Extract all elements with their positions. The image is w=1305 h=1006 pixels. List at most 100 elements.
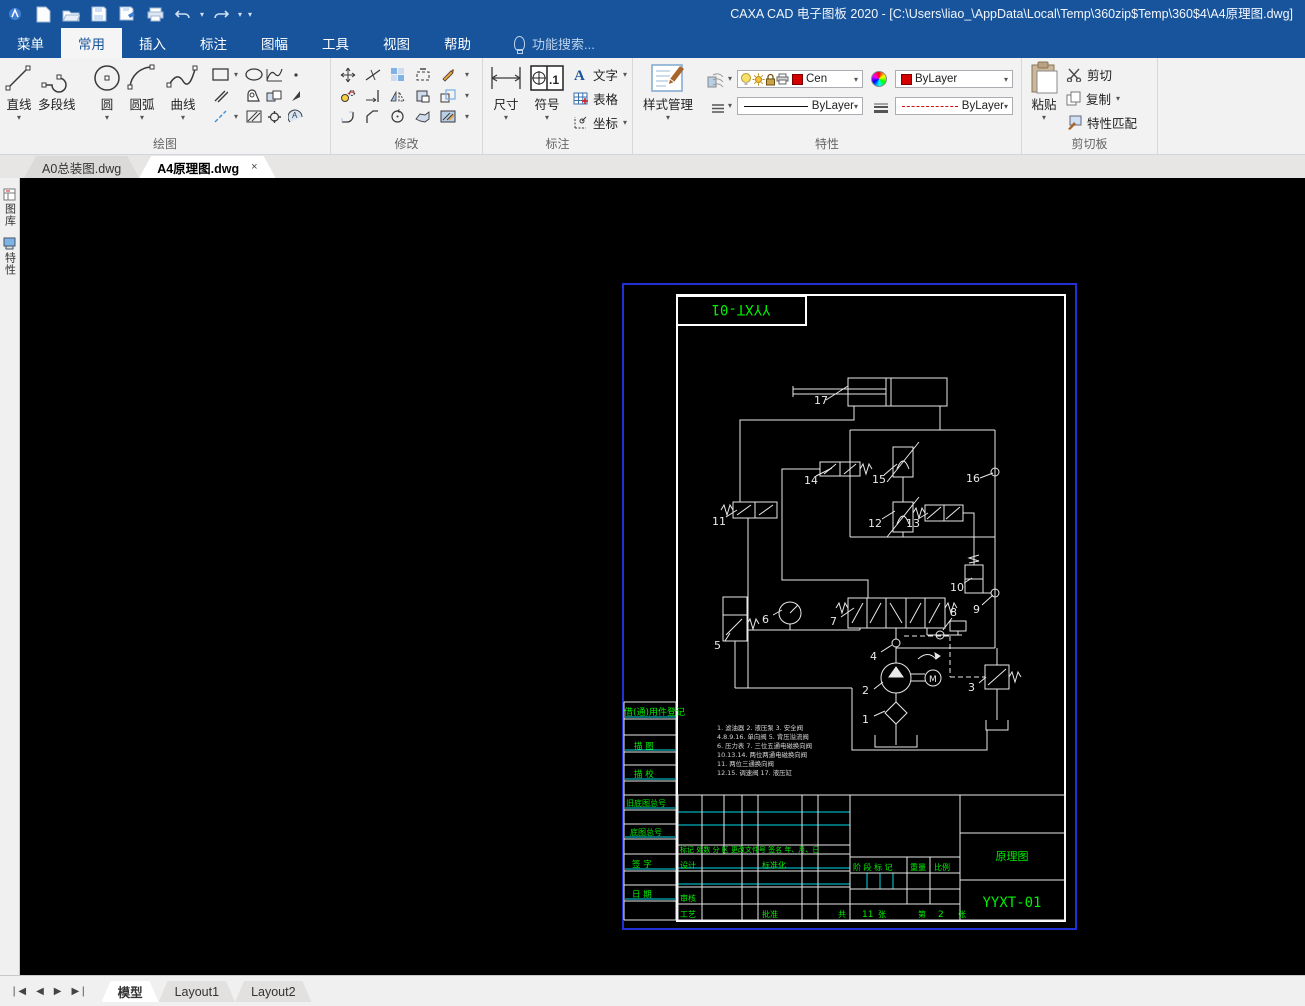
linewidth-combo-caret[interactable]: ▾ bbox=[1004, 102, 1010, 111]
table-tool[interactable]: 表格 bbox=[573, 89, 627, 108]
save-as-icon[interactable] bbox=[116, 4, 138, 24]
menu-tab-shitu[interactable]: 视图 bbox=[366, 28, 427, 58]
menu-tab-tufu[interactable]: 图幅 bbox=[244, 28, 305, 58]
qat-customize-caret[interactable]: ▾ bbox=[248, 10, 252, 19]
formula-curve-icon[interactable] bbox=[264, 64, 285, 85]
corner-trim-icon[interactable] bbox=[412, 85, 433, 106]
layer-convert-caret[interactable]: ▾ bbox=[725, 74, 735, 83]
layer-combo[interactable]: Cen ▾ bbox=[737, 70, 863, 88]
drawing-canvas[interactable]: YYXT-01 17 14 15 16 11 12 13 10 9 8 7 6 … bbox=[20, 178, 1305, 975]
last-layout-icon[interactable]: ▶❘ bbox=[71, 986, 87, 997]
stretch-tool-icon[interactable] bbox=[412, 64, 433, 85]
match-properties-tool[interactable]: 特性匹配 bbox=[1066, 113, 1137, 132]
mirror-tool-icon[interactable] bbox=[387, 85, 408, 106]
window-title: CAXA CAD 电子图板 2020 - [C:\Users\liao_\App… bbox=[730, 7, 1293, 21]
modify-caret-1[interactable]: ▾ bbox=[462, 70, 472, 79]
circle-tool-button[interactable]: 圆 ▾ bbox=[92, 62, 122, 122]
doc-tab-close-icon[interactable]: × bbox=[251, 161, 257, 173]
scale-tool-icon[interactable] bbox=[437, 85, 458, 106]
menu-tab-charu[interactable]: 插入 bbox=[122, 28, 183, 58]
paste-button[interactable]: 粘贴 ▾ bbox=[1028, 61, 1060, 122]
first-layout-icon[interactable]: ❘◀ bbox=[10, 986, 26, 997]
text-area-icon[interactable]: A bbox=[285, 106, 306, 127]
open-file-icon[interactable] bbox=[60, 4, 82, 24]
app-logo-icon[interactable] bbox=[4, 4, 26, 24]
layer-convert-icon[interactable] bbox=[705, 70, 726, 91]
undo-icon[interactable] bbox=[172, 4, 194, 24]
ribbon-section-properties: 样式管理 ▾ ▾ Cen ▾ ByLayer ▾ ▾ ByLayer ▾ ByL… bbox=[633, 58, 1022, 154]
rotate-copy-icon[interactable] bbox=[337, 85, 358, 106]
dimension-button[interactable]: 尺寸 ▾ bbox=[489, 62, 523, 122]
function-search[interactable]: 功能搜索... bbox=[488, 28, 595, 58]
redo-dropdown-caret[interactable]: ▾ bbox=[238, 10, 242, 19]
hatch-tool-icon[interactable] bbox=[243, 106, 264, 127]
style-manager-button[interactable]: 样式管理 ▾ bbox=[643, 62, 693, 122]
ellipse-tool-icon[interactable] bbox=[243, 64, 264, 85]
cut-tool[interactable]: 剪切 bbox=[1066, 65, 1137, 84]
menu-tab-changyong[interactable]: 常用 bbox=[61, 28, 122, 58]
layout-tab-bar: ❘◀ ◀ ▶ ▶❘ 模型 Layout1 Layout2 bbox=[0, 975, 1305, 1006]
profile-tool-icon[interactable] bbox=[243, 85, 264, 106]
undo-dropdown-caret[interactable]: ▾ bbox=[200, 10, 204, 19]
color-picker-wheel-icon[interactable] bbox=[871, 71, 887, 87]
coordinate-tool[interactable]: 坐标 ▾ bbox=[573, 113, 627, 132]
sheet-code-top-text: YYXT-01 bbox=[711, 301, 770, 317]
spline-tool-button[interactable]: 曲线 ▾ bbox=[166, 62, 200, 122]
edit-pencil-icon[interactable] bbox=[437, 64, 458, 85]
point-tool-icon[interactable] bbox=[285, 64, 306, 85]
side-tab-properties[interactable]: 特性 bbox=[0, 233, 19, 276]
linetype-combo-caret[interactable]: ▾ bbox=[854, 102, 860, 111]
color-combo-caret[interactable]: ▾ bbox=[1004, 75, 1010, 84]
move-tool-icon[interactable] bbox=[337, 64, 358, 85]
new-file-icon[interactable] bbox=[32, 4, 54, 24]
linetype-combo[interactable]: ByLayer ▾ bbox=[737, 97, 863, 115]
copy-tool[interactable]: 复制 ▾ bbox=[1066, 89, 1137, 108]
array-tool-icon[interactable] bbox=[387, 64, 408, 85]
axis-line-caret[interactable]: ▾ bbox=[231, 112, 241, 121]
side-tab-library[interactable]: 图库 bbox=[0, 184, 19, 227]
symbol-button[interactable]: .1 符号 ▾ bbox=[529, 62, 565, 122]
modify-caret-3[interactable]: ▾ bbox=[462, 112, 472, 121]
fillet-tool-icon[interactable] bbox=[337, 106, 358, 127]
text-tool[interactable]: A 文字 ▾ bbox=[573, 65, 627, 84]
chamfer-tool-icon[interactable] bbox=[362, 106, 383, 127]
arc-tool-button[interactable]: 圆弧 ▾ bbox=[126, 62, 158, 122]
menu-tab-gongju[interactable]: 工具 bbox=[305, 28, 366, 58]
modify-caret-2[interactable]: ▾ bbox=[462, 91, 472, 100]
tab-model[interactable]: 模型 bbox=[102, 981, 159, 1002]
extend-tool-icon[interactable] bbox=[362, 85, 383, 106]
linewidth-list-icon[interactable] bbox=[870, 97, 891, 118]
explode-tool-icon[interactable] bbox=[412, 106, 433, 127]
doc-tab-a0[interactable]: A0总装图.dwg bbox=[24, 156, 139, 178]
layer-combo-caret[interactable]: ▾ bbox=[854, 75, 860, 84]
color-combo[interactable]: ByLayer ▾ bbox=[895, 70, 1013, 88]
prev-layout-icon[interactable]: ◀ bbox=[36, 986, 44, 997]
print-icon[interactable] bbox=[144, 4, 166, 24]
rectangle-tool-icon[interactable] bbox=[210, 64, 231, 85]
line-tool-button[interactable]: 直线 ▾ bbox=[4, 62, 34, 122]
break-tool-icon[interactable] bbox=[362, 64, 383, 85]
save-icon[interactable] bbox=[88, 4, 110, 24]
menu-tab-caidan[interactable]: 菜单 bbox=[0, 28, 61, 58]
axis-line-icon[interactable] bbox=[210, 106, 231, 127]
parallel-line-icon[interactable] bbox=[210, 85, 231, 106]
menu-bar: 菜单 常用 插入 标注 图幅 工具 视图 帮助 功能搜索... bbox=[0, 28, 1305, 58]
rectangle-caret[interactable]: ▾ bbox=[231, 70, 241, 79]
linewidth-combo[interactable]: ByLayer ▾ bbox=[895, 97, 1013, 115]
gear-tool-icon[interactable] bbox=[264, 106, 285, 127]
polyline-tool-button[interactable]: 多段线 bbox=[38, 62, 76, 113]
pick-arrow-icon[interactable] bbox=[285, 85, 306, 106]
draw-small-tools: ▾ ▾ A bbox=[210, 64, 306, 127]
linetype-list-caret[interactable]: ▾ bbox=[725, 101, 735, 110]
rotate-tool-icon[interactable] bbox=[387, 106, 408, 127]
trim-hatch-icon[interactable] bbox=[437, 106, 458, 127]
redo-icon[interactable] bbox=[210, 4, 232, 24]
next-layout-icon[interactable]: ▶ bbox=[54, 986, 62, 997]
tab-layout1[interactable]: Layout1 bbox=[159, 981, 235, 1002]
tab-layout2[interactable]: Layout2 bbox=[235, 981, 311, 1002]
block-tool-icon[interactable] bbox=[264, 85, 285, 106]
menu-tab-biaozhu[interactable]: 标注 bbox=[183, 28, 244, 58]
document-tab-bar: A0总装图.dwg A4原理图.dwg × bbox=[0, 155, 1305, 178]
menu-tab-bangzhu[interactable]: 帮助 bbox=[427, 28, 488, 58]
doc-tab-a4-active[interactable]: A4原理图.dwg × bbox=[139, 156, 275, 178]
